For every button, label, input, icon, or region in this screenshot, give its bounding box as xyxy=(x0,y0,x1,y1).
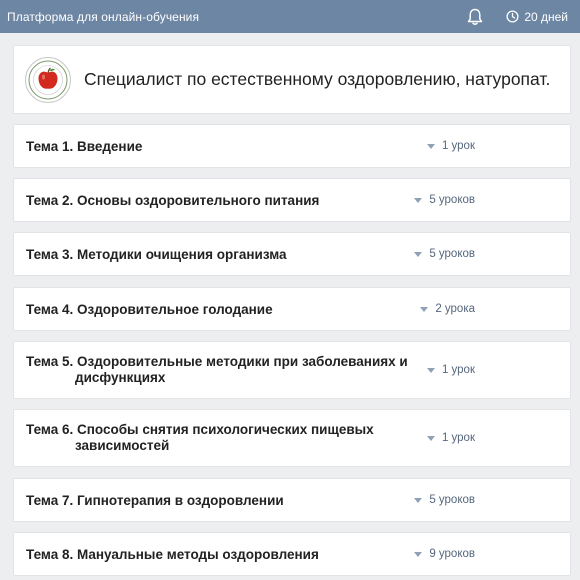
topic-row-3[interactable]: Тема 3. Методики очищения организма 5 ур… xyxy=(13,232,571,276)
topic-title: Тема 8. Мануальные методы оздоровления xyxy=(26,547,319,562)
lesson-count-text: 1 урок xyxy=(441,140,475,152)
days-left-text: 20 дней xyxy=(524,9,568,24)
topic-title: Тема 6. Способы снятия психологических п… xyxy=(26,422,374,453)
topic-row-1[interactable]: Тема 1. Введение 1 урок xyxy=(13,124,571,168)
topic-title: Тема 4. Оздоровительное голодание xyxy=(26,302,273,317)
lesson-count[interactable]: 1 урок xyxy=(426,140,475,152)
lesson-count-text: 5 уроков xyxy=(429,248,475,260)
course-header-card: Специалист по естественному оздоровлению… xyxy=(13,45,571,114)
topic-row-8[interactable]: Тема 8. Мануальные методы оздоровления 9… xyxy=(13,532,571,576)
lesson-count[interactable]: 5 уроков xyxy=(414,194,475,206)
course-title: Специалист по естественному оздоровлению… xyxy=(84,69,551,89)
lesson-count[interactable]: 5 уроков xyxy=(414,248,475,260)
lesson-count-text: 9 уроков xyxy=(429,548,475,560)
lesson-count-text: 1 урок xyxy=(441,432,475,444)
lesson-count[interactable]: 1 урок xyxy=(426,432,475,444)
caret-down-icon xyxy=(426,367,435,373)
topic-row-4[interactable]: Тема 4. Оздоровительное голодание 2 урок… xyxy=(13,287,571,331)
clock-icon xyxy=(506,10,519,23)
caret-down-icon xyxy=(414,251,423,257)
caret-down-icon xyxy=(414,497,423,503)
lesson-count-text: 5 уроков xyxy=(429,494,475,506)
days-left[interactable]: 20 дней xyxy=(506,10,568,24)
lesson-count[interactable]: 1 урок xyxy=(426,364,475,376)
caret-down-icon xyxy=(414,197,423,203)
topic-title: Тема 1. Введение xyxy=(26,139,143,154)
topic-title: Тема 7. Гипнотерапия в оздоровлении xyxy=(26,493,284,508)
top-bar: Платформа для онлайн-обучения 20 дней xyxy=(0,0,580,33)
caret-down-icon xyxy=(414,551,423,557)
topic-title: Тема 5. Оздоровительные методики при заб… xyxy=(26,354,408,385)
topic-row-6[interactable]: Тема 6. Способы снятия психологических п… xyxy=(13,409,571,467)
caret-down-icon xyxy=(426,143,435,149)
caret-down-icon xyxy=(426,435,435,441)
topic-row-5[interactable]: Тема 5. Оздоровительные методики при заб… xyxy=(13,341,571,399)
topic-row-2[interactable]: Тема 2. Основы оздоровительного питания … xyxy=(13,178,571,222)
caret-down-icon xyxy=(420,306,429,312)
lesson-count-text: 2 урока xyxy=(435,303,475,315)
lesson-count-text: 1 урок xyxy=(441,364,475,376)
topic-title: Тема 3. Методики очищения организма xyxy=(26,247,287,262)
apple-logo xyxy=(25,56,71,103)
lesson-count[interactable]: 5 уроков xyxy=(414,494,475,506)
lesson-count-text: 5 уроков xyxy=(429,194,475,206)
bell-icon[interactable] xyxy=(466,8,484,26)
app-title[interactable]: Платформа для онлайн-обучения xyxy=(7,10,466,24)
topic-row-7[interactable]: Тема 7. Гипнотерапия в оздоровлении 5 ур… xyxy=(13,478,571,522)
lesson-count[interactable]: 9 уроков xyxy=(414,548,475,560)
lesson-count[interactable]: 2 урока xyxy=(420,303,475,315)
topic-title: Тема 2. Основы оздоровительного питания xyxy=(26,193,320,208)
